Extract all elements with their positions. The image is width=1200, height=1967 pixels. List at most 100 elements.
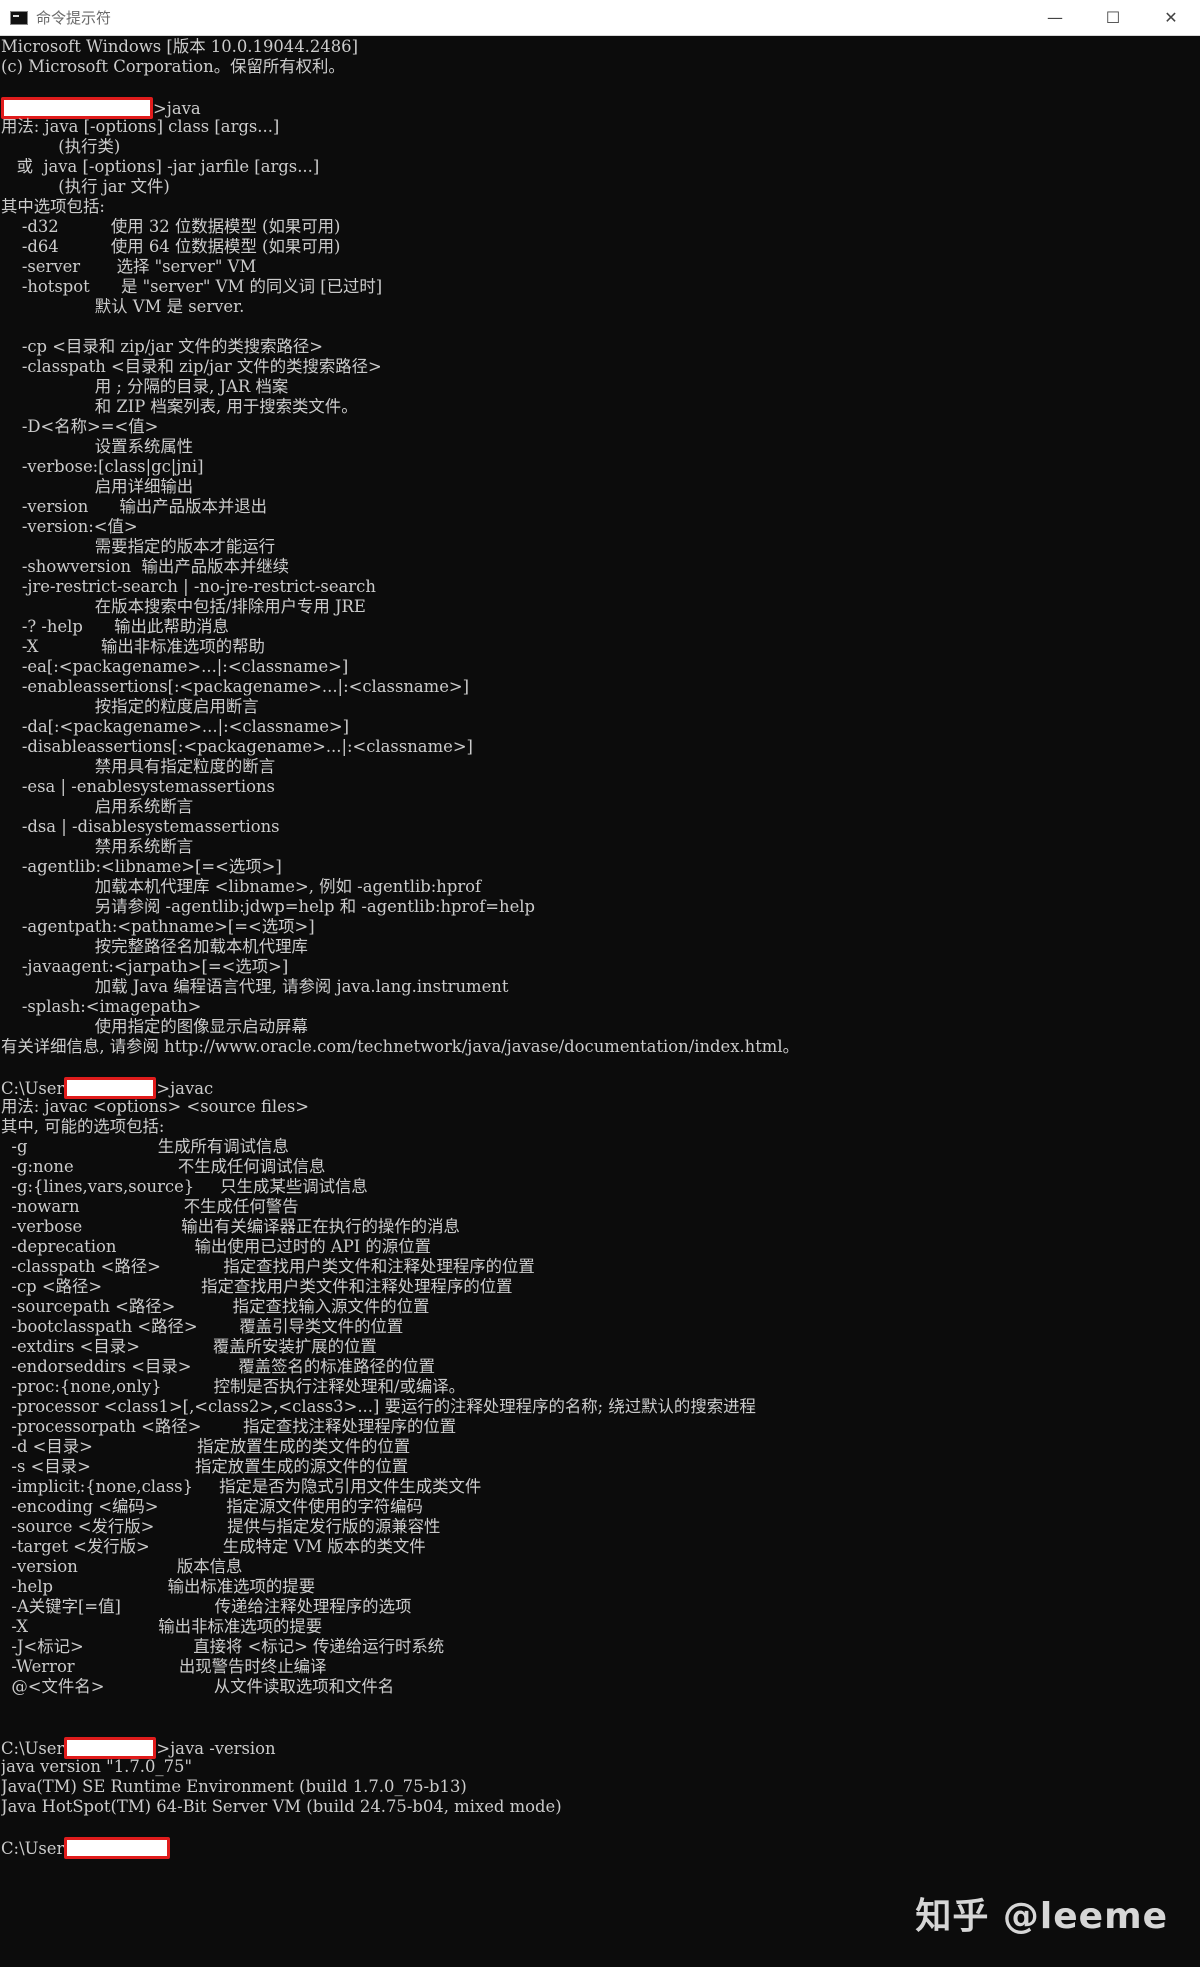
console-line: -cp <目录和 zip/jar 文件的类搜索路径>: [1, 337, 324, 356]
prompt-command: >java: [153, 99, 201, 118]
console-line: -g 生成所有调试信息: [1, 1137, 289, 1156]
prompt-path-prefix: C:\User: [1, 1839, 65, 1858]
console-line: -ea[:<packagename>...|:<classname>]: [1, 657, 349, 676]
prompt-command: >javac: [156, 1079, 214, 1098]
console-line: Microsoft Windows [版本 10.0.19044.2486]: [1, 37, 358, 56]
console-line: -endorseddirs <目录> 覆盖签名的标准路径的位置: [1, 1357, 436, 1376]
console-line: 有关详细信息, 请参阅 http://www.oracle.com/techne…: [1, 1037, 799, 1056]
console-line: -D<名称>=<值>: [1, 417, 159, 436]
console-line: -showversion 输出产品版本并继续: [1, 557, 290, 576]
console-line: 其中选项包括:: [1, 197, 105, 216]
console-line: -processorpath <路径> 指定查找注释处理程序的位置: [1, 1417, 457, 1436]
console-line: Java HotSpot(TM) 64-Bit Server VM (build…: [1, 1797, 562, 1816]
console-line: -nowarn 不生成任何警告: [1, 1197, 299, 1216]
console-line: -implicit:{none,class} 指定是否为隐式引用文件生成类文件: [1, 1477, 482, 1496]
console-line: java version "1.7.0_75": [1, 1757, 193, 1776]
cmd-window: 命令提示符 — ☐ ✕ Microsoft Windows [版本 10.0.1…: [0, 0, 1200, 1967]
title-bar[interactable]: 命令提示符 — ☐ ✕: [0, 0, 1200, 36]
redacted-username: [64, 1737, 157, 1759]
console-line: -d32 使用 32 位数据模型 (如果可用): [1, 217, 341, 236]
console-line: 或 java [-options] -jar jarfile [args...]: [1, 157, 320, 176]
console-line: -d64 使用 64 位数据模型 (如果可用): [1, 237, 341, 256]
console-line: -sourcepath <路径> 指定查找输入源文件的位置: [1, 1297, 430, 1316]
console-line: -splash:<imagepath>: [1, 997, 202, 1016]
console-line: -version 版本信息: [1, 1557, 243, 1576]
console-line: -proc:{none,only} 控制是否执行注释处理和/或编译。: [1, 1377, 466, 1396]
command-prompt-line: C:\User: [1, 1837, 1200, 1859]
close-button[interactable]: ✕: [1142, 0, 1200, 36]
minimize-button[interactable]: —: [1026, 0, 1084, 36]
console-line: 用法: java [-options] class [args...]: [1, 117, 280, 136]
console-line: 其中, 可能的选项包括:: [1, 1117, 165, 1136]
prompt-path-prefix: C:\User: [1, 1739, 65, 1758]
console-line: Java(TM) SE Runtime Environment (build 1…: [1, 1777, 467, 1796]
console-line: -version 输出产品版本并退出: [1, 497, 268, 516]
console-line: (执行类): [1, 137, 121, 156]
console-line: 另请参阅 -agentlib:jdwp=help 和 -agentlib:hpr…: [1, 897, 536, 916]
console-line: -help 输出标准选项的提要: [1, 1577, 316, 1596]
prompt-path-prefix: C:\User: [1, 1079, 65, 1098]
console-line: (执行 jar 文件): [1, 177, 170, 196]
console-line: 禁用系统断言: [1, 837, 194, 856]
console-line: -classpath <路径> 指定查找用户类文件和注释处理程序的位置: [1, 1257, 535, 1276]
console-line: -d <目录> 指定放置生成的类文件的位置: [1, 1437, 411, 1456]
console-line: -extdirs <目录> 覆盖所安装扩展的位置: [1, 1337, 377, 1356]
console-line: -bootclasspath <路径> 覆盖引导类文件的位置: [1, 1317, 404, 1336]
console-line: -agentpath:<pathname>[=<选项>]: [1, 917, 315, 936]
console-line: -hotspot 是 "server" VM 的同义词 [已过时]: [1, 277, 383, 296]
console-line: -disableassertions[:<packagename>...|:<c…: [1, 737, 473, 756]
console-line: 加载 Java 编程语言代理, 请参阅 java.lang.instrument: [1, 977, 509, 996]
console-line: 加载本机代理库 <libname>, 例如 -agentlib:hprof: [1, 877, 482, 896]
console-line: 用法: javac <options> <source files>: [1, 1097, 310, 1116]
cmd-app-icon: [10, 10, 28, 25]
console-line: -agentlib:<libname>[=<选项>]: [1, 857, 282, 876]
console-line: 按完整路径名加载本机代理库: [1, 937, 308, 956]
console-line: @<文件名> 从文件读取选项和文件名: [1, 1677, 395, 1696]
redacted-username: [1, 97, 153, 119]
console-line: -g:{lines,vars,source} 只生成某些调试信息: [1, 1177, 368, 1196]
console-line: 在版本搜索中包括/排除用户专用 JRE: [1, 597, 366, 616]
console-line: -X 输出非标准选项的提要: [1, 1617, 323, 1636]
console-line: -deprecation 输出使用已过时的 API 的源位置: [1, 1237, 431, 1256]
maximize-button[interactable]: ☐: [1084, 0, 1142, 36]
console-line: -version:<值>: [1, 517, 138, 536]
console-line: -verbose:[class|gc|jni]: [1, 457, 204, 476]
console-line: -classpath <目录和 zip/jar 文件的类搜索路径>: [1, 357, 382, 376]
console-line: 启用详细输出: [1, 477, 194, 496]
window-title: 命令提示符: [36, 9, 112, 27]
console-line: -source <发行版> 提供与指定发行版的源兼容性: [1, 1517, 441, 1536]
console-line: -enableassertions[:<packagename>...|:<cl…: [1, 677, 470, 696]
console-line: 使用指定的图像显示启动屏幕: [1, 1017, 308, 1036]
console-line: -target <发行版> 生成特定 VM 版本的类文件: [1, 1537, 426, 1556]
console-line: -esa | -enablesystemassertions: [1, 777, 275, 796]
console-line: -X 输出非标准选项的帮助: [1, 637, 265, 656]
console-line: 用 ; 分隔的目录, JAR 档案: [1, 377, 289, 396]
console-line: -J<标记> 直接将 <标记> 传递给运行时系统: [1, 1637, 445, 1656]
console-line: 按指定的粒度启用断言: [1, 697, 259, 716]
console-line: 和 ZIP 档案列表, 用于搜索类文件。: [1, 397, 358, 416]
console-line: -server 选择 "server" VM: [1, 257, 257, 276]
console-line: -da[:<packagename>...|:<classname>]: [1, 717, 350, 736]
redacted-username: [64, 1837, 171, 1859]
zhihu-watermark: 知乎 @leeme: [915, 1896, 1168, 1937]
console-line: -? -help 输出此帮助消息: [1, 617, 229, 636]
console-output[interactable]: Microsoft Windows [版本 10.0.19044.2486] (c…: [1, 37, 1200, 1967]
console-line: -cp <路径> 指定查找用户类文件和注释处理程序的位置: [1, 1277, 513, 1296]
console-line: 启用系统断言: [1, 797, 194, 816]
console-line: -processor <class1>[,<class2>,<class3>..…: [1, 1397, 756, 1416]
console-line: 默认 VM 是 server.: [1, 297, 245, 316]
console-line: -dsa | -disablesystemassertions: [1, 817, 280, 836]
command-prompt-line: C:\User >java -version: [1, 1737, 1200, 1759]
console-line: 禁用具有指定粒度的断言: [1, 757, 276, 776]
console-line: -g:none 不生成任何调试信息: [1, 1157, 326, 1176]
redacted-username: [64, 1077, 157, 1099]
console-line: -s <目录> 指定放置生成的源文件的位置: [1, 1457, 409, 1476]
command-prompt-line: >java: [1, 97, 1200, 119]
command-prompt-line: C:\User >javac: [1, 1077, 1200, 1099]
